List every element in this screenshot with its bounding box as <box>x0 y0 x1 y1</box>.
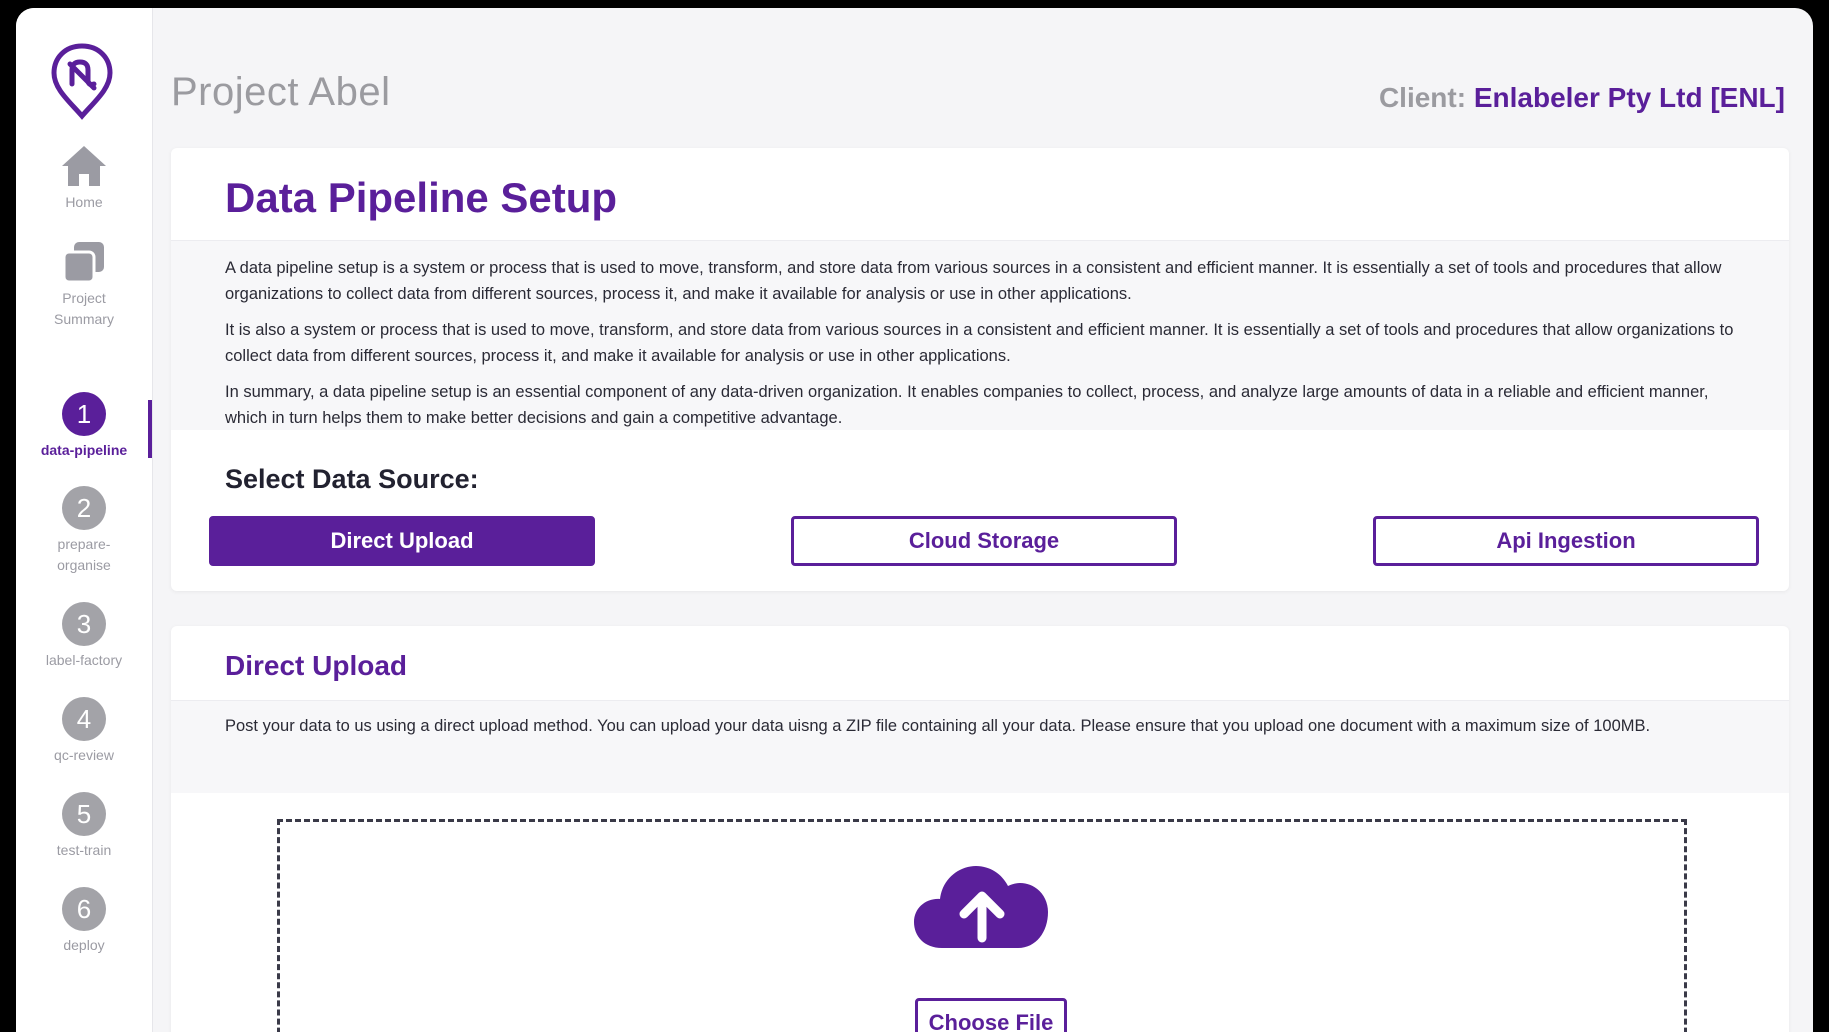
app-window: Home Project Summary 1 data-pipeline 2 p… <box>16 8 1813 1032</box>
sidebar-step-deploy[interactable]: 6 deploy <box>16 887 152 956</box>
pipeline-setup-card: Data Pipeline Setup A data pipeline setu… <box>171 148 1789 591</box>
step-number-badge: 4 <box>62 697 106 741</box>
choose-file-button[interactable]: Choose File <box>915 998 1067 1032</box>
home-icon <box>62 146 106 186</box>
pipeline-description: A data pipeline setup is a system or pro… <box>171 241 1789 430</box>
section-title: Direct Upload <box>225 650 408 681</box>
sidebar-item-label: Home <box>65 194 103 210</box>
api-ingestion-button[interactable]: Api Ingestion <box>1373 516 1759 566</box>
sidebar-step-test-train[interactable]: 5 test-train <box>16 792 152 861</box>
step-label: label-factory <box>45 652 123 668</box>
project-summary-icon <box>62 242 104 284</box>
card-header: Data Pipeline Setup <box>171 148 1789 241</box>
active-indicator <box>148 400 152 458</box>
step-label: qc-review <box>54 747 114 763</box>
direct-upload-card: Direct Upload Post your data to us using… <box>171 626 1789 1032</box>
sidebar-item-label: Project Summary <box>54 290 114 327</box>
sidebar-item-home[interactable]: Home <box>16 144 152 213</box>
direct-upload-button[interactable]: Direct Upload <box>209 516 595 566</box>
step-number-badge: 2 <box>62 486 106 530</box>
enlabeler-logo[interactable] <box>50 42 114 122</box>
description-paragraph: It is also a system or process that is u… <box>225 321 1734 365</box>
sidebar-step-label-factory[interactable]: 3 label-factory <box>16 602 152 671</box>
sidebar: Home Project Summary 1 data-pipeline 2 p… <box>16 8 153 1032</box>
page-title: Project Abel <box>171 70 391 114</box>
select-source-label: Select Data Source: <box>225 464 479 494</box>
description-paragraph: A data pipeline setup is a system or pro… <box>225 259 1722 303</box>
sidebar-step-data-pipeline[interactable]: 1 data-pipeline <box>16 392 152 461</box>
description-paragraph: In summary, a data pipeline setup is an … <box>225 383 1709 427</box>
step-number-badge: 3 <box>62 602 106 646</box>
step-number-badge: 6 <box>62 887 106 931</box>
upload-description: Post your data to us using a direct uplo… <box>171 701 1789 793</box>
section-title: Data Pipeline Setup <box>225 174 618 221</box>
file-dropzone[interactable]: Choose File <box>277 819 1687 1032</box>
client-label: Client: <box>1378 82 1467 113</box>
step-number-badge: 1 <box>62 392 106 436</box>
cloud-storage-button[interactable]: Cloud Storage <box>791 516 1177 566</box>
cloud-upload-icon <box>914 866 1048 948</box>
step-label: data-pipeline <box>40 442 128 458</box>
step-number-badge: 5 <box>62 792 106 836</box>
client-info: Client: Enlabeler Pty Ltd [ENL] <box>1379 82 1785 114</box>
step-label: deploy <box>63 937 105 953</box>
step-label: test-train <box>56 842 112 858</box>
sidebar-step-qc-review[interactable]: 4 qc-review <box>16 697 152 766</box>
sidebar-step-prepare-organise[interactable]: 2 prepare- organise <box>16 486 152 576</box>
sidebar-item-project-summary[interactable]: Project Summary <box>16 240 152 330</box>
step-label: prepare- organise <box>57 536 111 573</box>
client-name: Enlabeler Pty Ltd [ENL] <box>1473 82 1785 113</box>
card-header: Direct Upload <box>171 626 1789 701</box>
